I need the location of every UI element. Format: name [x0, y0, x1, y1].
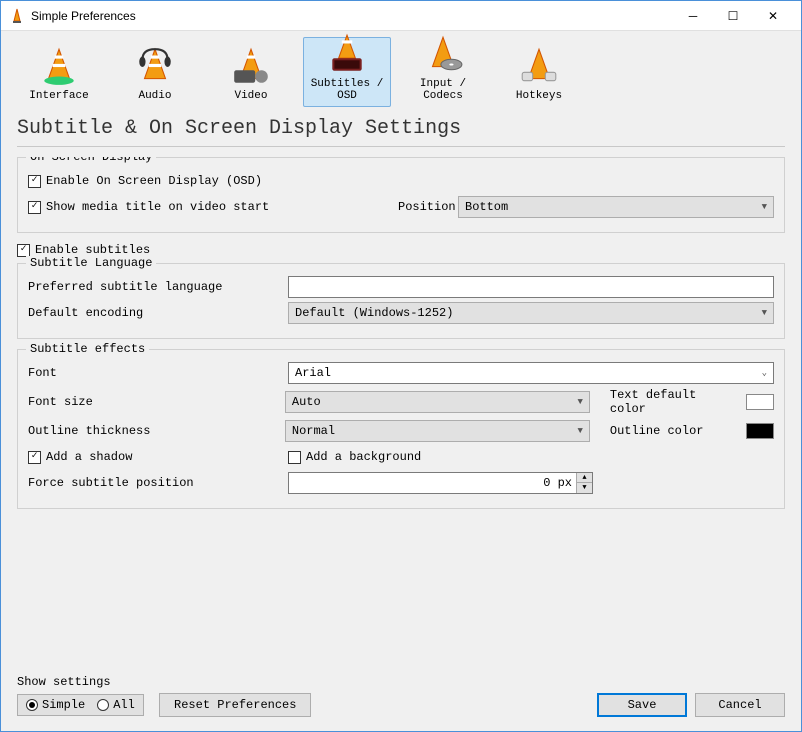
close-button[interactable]: ✕ [753, 2, 793, 30]
enable-osd-checkbox[interactable]: ✓Enable On Screen Display (OSD) [28, 174, 262, 188]
title-bar: Simple Preferences ─ ☐ ✕ [1, 1, 801, 31]
app-icon [9, 8, 25, 24]
spin-up-icon[interactable]: ▲ [577, 473, 592, 483]
font-size-label: Font size [28, 395, 285, 409]
outline-thickness-label: Outline thickness [28, 424, 285, 438]
cone-keys-icon [518, 46, 560, 86]
category-interface[interactable]: Interface [15, 37, 103, 107]
cone-icon [38, 46, 80, 86]
subtitle-language-group: Subtitle Language Preferred subtitle lan… [17, 263, 785, 339]
add-background-checkbox[interactable]: Add a background [288, 450, 421, 464]
font-size-dropdown[interactable]: Auto ▼ [285, 391, 590, 413]
preferences-window: Simple Preferences ─ ☐ ✕ Interface Audio… [0, 0, 802, 732]
add-shadow-checkbox[interactable]: ✓Add a shadow [28, 450, 288, 464]
outline-color-label: Outline color [610, 424, 738, 438]
category-video[interactable]: Video [207, 37, 295, 107]
font-dropdown[interactable]: Arial ⌄ [288, 362, 774, 384]
force-position-label: Force subtitle position [28, 476, 288, 490]
outline-thickness-dropdown[interactable]: Normal ▼ [285, 420, 590, 442]
outline-color-swatch[interactable] [746, 423, 774, 439]
preferred-language-input[interactable] [288, 276, 774, 298]
default-encoding-label: Default encoding [28, 306, 288, 320]
footer: Show settings Simple All Reset Preferenc… [1, 667, 801, 731]
osd-group: On Screen Display ✓Enable On Screen Disp… [17, 157, 785, 233]
divider [17, 146, 785, 147]
show-settings-label: Show settings [17, 675, 589, 689]
cone-screen-icon [326, 34, 368, 74]
category-audio[interactable]: Audio [111, 37, 199, 107]
show-media-title-checkbox[interactable]: ✓Show media title on video start [28, 200, 398, 214]
chevron-down-icon: ⌄ [762, 368, 767, 378]
spin-down-icon[interactable]: ▼ [577, 483, 592, 493]
text-default-color-label: Text default color [610, 388, 738, 416]
cone-film-icon [230, 46, 272, 86]
all-radio[interactable]: All [97, 698, 135, 712]
minimize-button[interactable]: ─ [673, 2, 713, 30]
reset-preferences-button[interactable]: Reset Preferences [159, 693, 311, 717]
category-subtitles-osd[interactable]: Subtitles / OSD [303, 37, 391, 107]
preferred-language-label: Preferred subtitle language [28, 280, 288, 294]
position-label: Position [398, 200, 458, 214]
text-color-swatch[interactable] [746, 394, 774, 410]
page-title: Subtitle & On Screen Display Settings [1, 111, 801, 146]
cancel-button[interactable]: Cancel [695, 693, 785, 717]
window-title: Simple Preferences [31, 9, 673, 23]
default-encoding-dropdown[interactable]: Default (Windows-1252) ▼ [288, 302, 774, 324]
cone-disc-icon [422, 34, 464, 74]
cone-headphones-icon [134, 46, 176, 86]
force-position-spinbox[interactable]: ▲ ▼ [288, 472, 593, 494]
category-toolbar: Interface Audio Video Subtitles / OSD In… [1, 31, 801, 111]
chevron-down-icon: ▼ [762, 202, 767, 212]
enable-subtitles-checkbox[interactable]: ✓Enable subtitles [17, 243, 785, 257]
font-label: Font [28, 366, 288, 380]
simple-radio[interactable]: Simple [26, 698, 85, 712]
chevron-down-icon: ▼ [577, 426, 582, 436]
save-button[interactable]: Save [597, 693, 687, 717]
category-hotkeys[interactable]: Hotkeys [495, 37, 583, 107]
subtitle-effects-group: Subtitle effects Font Arial ⌄ Font size … [17, 349, 785, 509]
maximize-button[interactable]: ☐ [713, 2, 753, 30]
chevron-down-icon: ▼ [762, 308, 767, 318]
chevron-down-icon: ▼ [577, 397, 582, 407]
position-dropdown[interactable]: Bottom ▼ [458, 196, 774, 218]
category-input-codecs[interactable]: Input / Codecs [399, 37, 487, 107]
